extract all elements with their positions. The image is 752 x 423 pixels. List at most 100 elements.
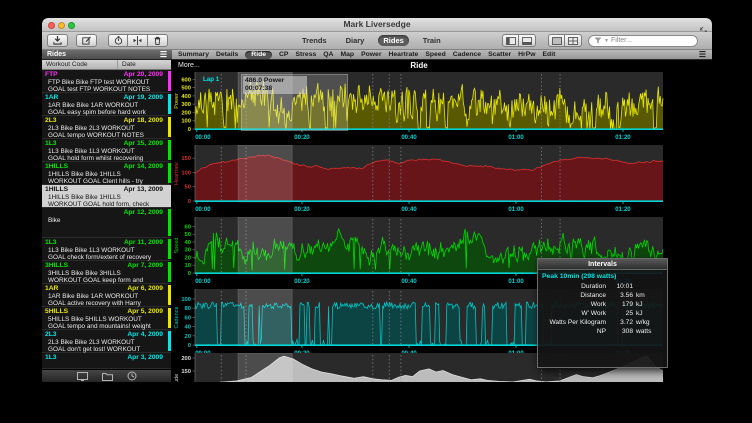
filter-placeholder: Filter... [611,37,632,44]
perspective-tabs: Trends Diary Rides Train [297,35,446,46]
screen-icon[interactable] [77,372,88,381]
download-button[interactable] [47,34,68,47]
svg-text:100: 100 [181,119,191,125]
ride-row[interactable]: 1L3Apr 11, 20091L3 Bike Bike 1L3 WORKOUT… [42,238,171,261]
stat-unit: watts [636,327,666,336]
compose-button[interactable] [76,34,97,47]
ride-date: Apr 18, 2009 [124,117,168,125]
ride-row[interactable]: 2L3Apr 4, 20092L3 Bike Bike 2L3 WORKOUTG… [42,330,171,353]
svg-text:150: 150 [181,369,191,375]
filter-input[interactable]: ▼ Filter... [588,35,698,47]
view-tab-power[interactable]: Power [361,51,381,58]
svg-text:00:20: 00:20 [294,207,310,213]
sidebar-header: Rides ☰ [42,50,172,60]
ride-row[interactable]: 1ARApr 6, 20091AR Bike Bike 1AR WORKOUTG… [42,284,171,307]
sidebar-toggle-button[interactable] [502,34,519,47]
ride-row[interactable]: 1L3Apr 3, 2009 [42,353,171,369]
view-tab-ride[interactable]: Ride [245,51,272,59]
ride-description-line: 2L3 Bike Bike 2L3 WORKOUT [45,339,168,346]
svg-text:40: 40 [185,240,191,246]
intervals-popup-title[interactable]: Intervals [538,259,667,270]
ride-row[interactable]: 1ARApr 19, 20091AR Bike Bike 1AR WORKOUT… [42,93,171,116]
view-tab-stress[interactable]: Stress [295,51,316,58]
view-tab-edit[interactable]: Edit [543,51,556,58]
column-workout-code[interactable]: Workout Code [42,60,118,69]
view-tab-summary[interactable]: Summary [178,51,209,58]
stat-unit [636,282,666,291]
perspective-tab-rides[interactable]: Rides [378,35,408,46]
interval-stat-row: Work179kJ [538,300,667,309]
stat-label: Work [538,300,610,309]
trash-button[interactable] [148,34,168,47]
view-tab-map[interactable]: Map [340,51,354,58]
sidebar-menu-icon[interactable]: ☰ [160,51,167,59]
svg-text:200: 200 [181,356,191,362]
view-tab-hrpw[interactable]: HrPw [518,51,535,58]
ride-row[interactable]: 1HILLSApr 14, 20091HILLS Bike Bike 1HILL… [42,162,171,185]
stat-value: 3.72 [610,318,636,327]
ride-color-strip [168,239,171,259]
svg-text:60: 60 [185,224,191,230]
svg-text:40: 40 [185,325,191,331]
svg-text:0: 0 [188,271,191,277]
perspective-tab-train[interactable]: Train [418,35,446,46]
stopwatch-button[interactable] [108,34,128,47]
axis-title-power: Power [174,93,180,109]
intervals-popup: Intervals Peak 10min (298 watts) Duratio… [537,258,668,368]
perspective-tab-trends[interactable]: Trends [297,35,332,46]
interval-stat-row: Distance3.56km [538,291,667,300]
svg-text:20: 20 [185,334,191,340]
ride-row[interactable]: 2L3Apr 18, 20092L3 Bike Bike 2L3 WORKOUT… [42,116,171,139]
stat-label: W' Work [538,309,610,318]
svg-text:600: 600 [181,77,191,83]
view-tab-cp[interactable]: CP [279,51,288,58]
ride-view-title: Ride [172,61,666,70]
window-title: Mark Liversedge [42,19,712,29]
ride-row[interactable]: Apr 12, 2009Bike [42,208,171,238]
svg-text:500: 500 [181,86,191,92]
perspective-tab-diary[interactable]: Diary [341,35,370,46]
svg-text:01:00: 01:00 [508,207,524,213]
intervals-rows: Duration10:01Distance3.56kmWork179kJW' W… [538,282,667,336]
svg-text:150: 150 [181,156,191,162]
lowbar-toggle-button[interactable] [519,34,536,47]
view-tab-heartrate[interactable]: Heartrate [388,51,418,58]
app-window: Mark Liversedge Trends Diary Rides Train [42,18,712,382]
view-tab-cadence[interactable]: Cadence [453,51,481,58]
svg-text:30: 30 [185,248,191,254]
svg-text:0: 0 [188,343,191,349]
tiled-view-button[interactable] [565,34,582,47]
chart-heartrate[interactable]: 150100500Heartrate00:0000:2000:4001:0001… [172,145,712,214]
column-date[interactable]: Date [118,61,136,68]
ride-description-line: 5HILLS Bike 5HILLS WORKOUT [45,316,168,323]
folder-icon[interactable] [102,372,113,381]
ride-row[interactable]: 3HILLSApr 7, 20093HILLS Bike Bike 3HILLS… [42,261,171,284]
ride-color-strip [168,209,171,236]
ride-row[interactable]: 1L3Apr 15, 20091L3 Bike Bike 1L3 WORKOUT… [42,139,171,162]
ride-row[interactable]: FTPApr 20, 2009FTP Bike Bike FTP test WO… [42,70,171,93]
view-tab-details[interactable]: Details [216,51,238,58]
svg-text:00:00: 00:00 [195,207,211,213]
view-tab-qa[interactable]: QA [323,51,333,58]
tabbed-view-button[interactable] [548,34,565,47]
splitview-button[interactable] [128,34,148,47]
ride-code: 1HILLS [45,186,68,194]
clock-icon[interactable] [127,371,137,381]
view-tab-scatter[interactable]: Scatter [488,51,511,58]
view-tab-speed[interactable]: Speed [425,51,445,58]
svg-text:0: 0 [188,127,191,133]
ride-date: Apr 12, 2009 [124,209,168,217]
ride-date: Apr 3, 2009 [127,354,168,362]
svg-text:00:40: 00:40 [401,279,417,285]
ride-description-line: Bike [45,217,168,224]
stat-unit: kJ [636,309,666,318]
stat-label: Watts Per Kilogram [538,318,610,327]
chart-menu-icon[interactable]: ☰ [699,51,706,59]
ride-row[interactable]: 1HILLSApr 13, 20091HILLS Bike Bike 1HILL… [42,185,171,208]
ride-color-strip [168,262,171,282]
ride-row[interactable]: 5HILLSApr 5, 20095HILLS Bike 5HILLS WORK… [42,307,171,330]
tooltip-time-value: 00:07:38 [245,85,305,93]
intervals-peak-heading: Peak 10min (298 watts) [538,270,667,282]
svg-text:00:00: 00:00 [195,279,211,285]
svg-text:00:20: 00:20 [294,135,310,141]
